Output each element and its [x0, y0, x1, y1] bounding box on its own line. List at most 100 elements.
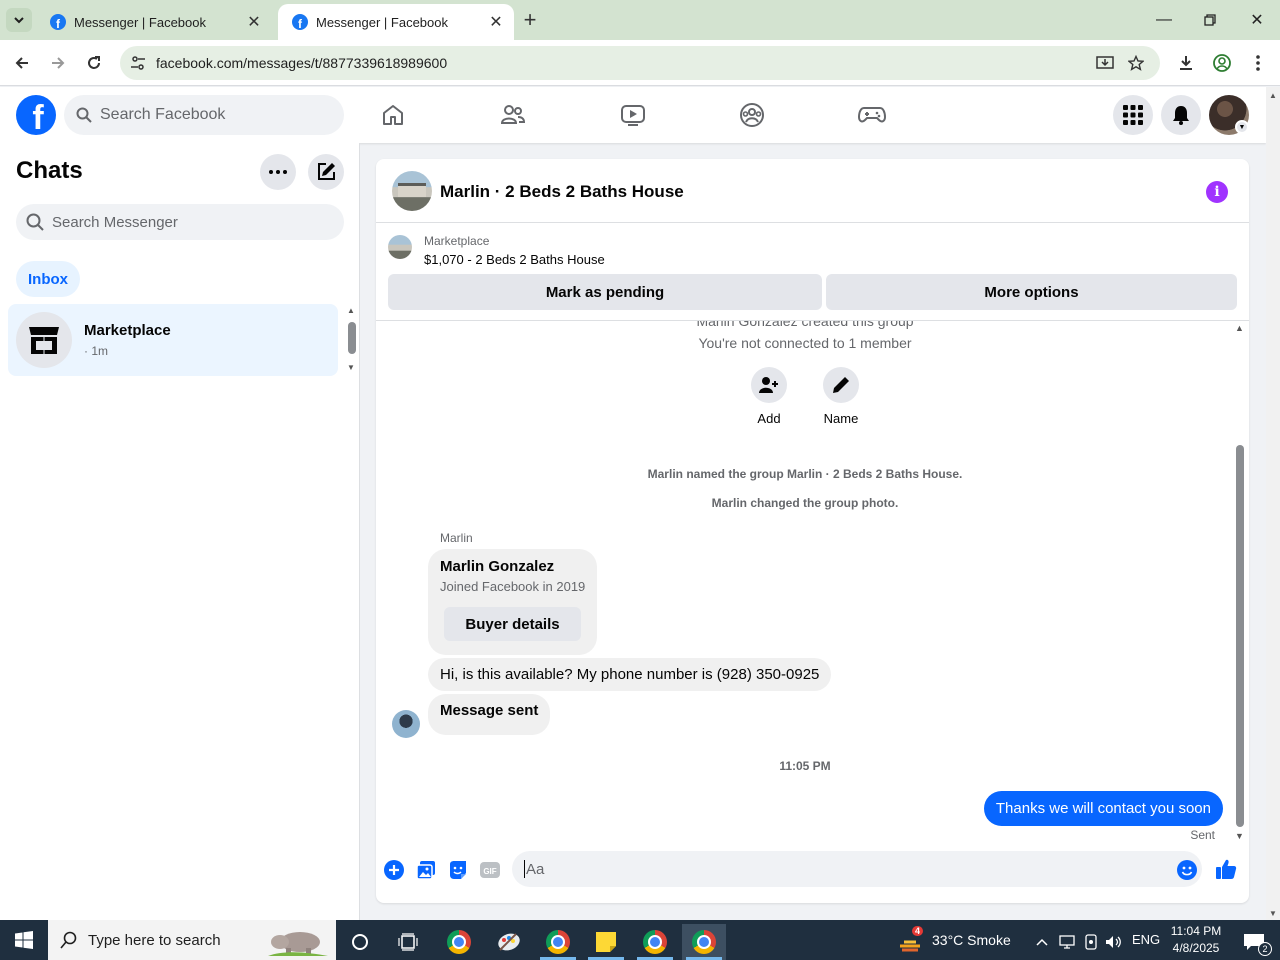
- weather-text[interactable]: 33°C Smoke: [932, 932, 1011, 948]
- attach-photo-icon[interactable]: [414, 858, 438, 882]
- profile-button[interactable]: [1208, 49, 1236, 77]
- gif-icon[interactable]: GIF: [478, 858, 502, 882]
- buyer-name: Marlin Gonzalez: [440, 558, 555, 575]
- listing-thumbnail[interactable]: [388, 235, 412, 259]
- close-tab-icon[interactable]: ✕: [244, 12, 264, 32]
- taskbar-search-input[interactable]: Type here to search: [48, 920, 336, 960]
- scrollbar-thumb[interactable]: [1236, 445, 1244, 827]
- group-photo[interactable]: [392, 171, 432, 211]
- action-center-icon[interactable]: 2: [1232, 924, 1276, 960]
- emoji-icon[interactable]: [1175, 858, 1199, 882]
- buyer-details-button[interactable]: Buyer details: [444, 607, 581, 641]
- add-member-action[interactable]: Add: [739, 367, 799, 426]
- browser-tab[interactable]: f Messenger | Facebook ✕: [36, 4, 272, 40]
- start-button[interactable]: [0, 920, 48, 960]
- facebook-logo-letter: f: [32, 99, 44, 135]
- scroll-up-arrow-icon[interactable]: ▲: [347, 306, 355, 315]
- system-clock[interactable]: 11:04 PM 4/8/2025: [1166, 923, 1226, 957]
- back-button[interactable]: [8, 49, 36, 77]
- meet-now-icon[interactable]: [1080, 924, 1102, 960]
- bookmark-star-icon[interactable]: [1126, 55, 1146, 71]
- name-group-action[interactable]: Name: [811, 367, 871, 426]
- incoming-message[interactable]: Message sent: [428, 694, 551, 735]
- address-bar[interactable]: facebook.com/messages/t/8877339618989600: [120, 46, 1160, 80]
- weather-icon[interactable]: 4: [890, 924, 930, 960]
- facebook-logo[interactable]: f: [16, 95, 56, 135]
- close-window-button[interactable]: ✕: [1234, 6, 1280, 34]
- paint-app-icon[interactable]: [487, 924, 531, 960]
- chat-list-item[interactable]: Marketplace · 1m: [8, 304, 338, 376]
- forward-button[interactable]: [44, 49, 72, 77]
- conversation-title[interactable]: Marlin · 2 Beds 2 Baths House: [440, 182, 684, 202]
- chevron-down-icon[interactable]: ▼: [1235, 120, 1249, 134]
- show-hidden-icons-chevron-up-icon[interactable]: [1030, 924, 1054, 960]
- volume-icon[interactable]: [1103, 924, 1125, 960]
- scroll-up-arrow-icon[interactable]: ▲: [1235, 323, 1244, 333]
- task-view-icon[interactable]: [386, 924, 430, 960]
- add-label: Add: [757, 411, 781, 426]
- page-scrollbar[interactable]: ▲ ▼: [1266, 87, 1280, 920]
- scroll-up-arrow-icon[interactable]: ▲: [1269, 91, 1277, 100]
- listing-source: Marketplace: [424, 234, 490, 248]
- outgoing-message[interactable]: Thanks we will contact you soon: [983, 791, 1223, 826]
- home-icon: [383, 105, 403, 125]
- nav-friends[interactable]: [497, 99, 529, 131]
- message-input-placeholder: Aa: [526, 860, 545, 878]
- info-icon[interactable]: i: [1206, 181, 1228, 203]
- install-app-icon[interactable]: [1095, 55, 1115, 71]
- nav-groups[interactable]: [736, 99, 768, 131]
- scroll-down-arrow-icon[interactable]: ▼: [1269, 909, 1277, 918]
- facebook-search-input[interactable]: Search Facebook: [64, 95, 344, 135]
- system-named-text: Marlin named the group Marlin · 2 Beds 2…: [647, 467, 963, 481]
- thread-scrollbar[interactable]: ▲ ▼: [1234, 321, 1246, 853]
- nav-gaming[interactable]: [856, 99, 888, 131]
- new-message-button[interactable]: [308, 154, 344, 190]
- sticky-notes-icon[interactable]: [584, 924, 628, 960]
- message-input[interactable]: Aa: [512, 851, 1202, 887]
- mark-as-pending-button[interactable]: Mark as pending: [388, 274, 822, 310]
- clock-time: 11:04 PM: [1170, 924, 1222, 938]
- more-options-button[interactable]: More options: [826, 274, 1237, 310]
- scroll-down-arrow-icon[interactable]: ▼: [347, 363, 355, 372]
- clock-date: 4/8/2025: [1172, 941, 1220, 955]
- inbox-filter-tab[interactable]: Inbox: [16, 261, 80, 297]
- restore-button[interactable]: [1187, 6, 1233, 34]
- like-thumbs-up-icon[interactable]: [1214, 857, 1238, 881]
- listing-title[interactable]: $1,070 - 2 Beds 2 Baths House: [424, 252, 605, 267]
- new-tab-button[interactable]: +: [518, 7, 542, 32]
- sender-avatar[interactable]: [392, 710, 420, 738]
- hippo-illustration: [268, 932, 328, 956]
- chats-scrollbar[interactable]: ▲ ▼: [345, 306, 357, 372]
- scrollbar-thumb[interactable]: [348, 322, 356, 354]
- network-icon[interactable]: [1056, 924, 1078, 960]
- close-tab-icon[interactable]: ✕: [486, 12, 506, 32]
- browser-tab-active[interactable]: f Messenger | Facebook ✕: [278, 4, 514, 40]
- language-indicator[interactable]: ENG: [1132, 932, 1160, 947]
- menu-button[interactable]: [1113, 95, 1153, 135]
- cortana-icon[interactable]: [338, 924, 382, 960]
- scroll-down-arrow-icon[interactable]: ▼: [1235, 831, 1244, 841]
- reload-button[interactable]: [80, 49, 108, 77]
- chats-options-button[interactable]: [260, 154, 296, 190]
- site-settings-icon[interactable]: [130, 55, 146, 71]
- more-vertical-icon: [1256, 55, 1260, 71]
- messenger-search-input[interactable]: Search Messenger: [16, 204, 344, 240]
- chrome-active-window-icon[interactable]: [682, 924, 726, 960]
- chrome-window-icon[interactable]: [633, 924, 677, 960]
- browser-menu-button[interactable]: [1244, 49, 1272, 77]
- more-actions-plus-icon[interactable]: [382, 858, 406, 882]
- name-label: Name: [823, 411, 859, 426]
- nav-video[interactable]: [617, 99, 649, 131]
- system-created-text: Marlin Gonzalez created this group: [696, 321, 914, 329]
- search-icon: [76, 107, 92, 123]
- tab-search-button[interactable]: [6, 8, 32, 32]
- sticker-icon[interactable]: [446, 858, 470, 882]
- chrome-taskbar-icon[interactable]: [437, 924, 481, 960]
- buyer-profile-card: Marlin Gonzalez Joined Facebook in 2019 …: [428, 549, 597, 655]
- incoming-message[interactable]: Hi, is this available? My phone number i…: [428, 658, 832, 691]
- downloads-button[interactable]: [1172, 49, 1200, 77]
- notifications-button[interactable]: [1161, 95, 1201, 135]
- chrome-profile-taskbar-icon[interactable]: [536, 924, 580, 960]
- minimize-button[interactable]: —: [1141, 6, 1187, 34]
- nav-home[interactable]: [377, 99, 409, 131]
